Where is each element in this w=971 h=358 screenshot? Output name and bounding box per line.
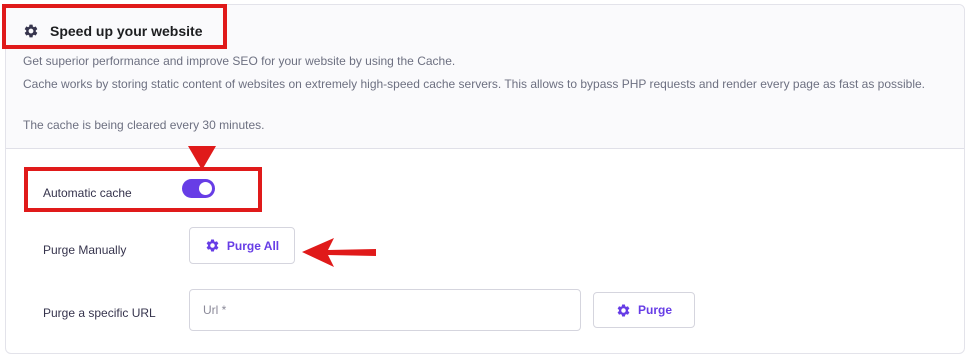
down-arrow-annotation (188, 146, 216, 170)
purge-url-label: Purge a specific URL (43, 306, 156, 320)
title-highlight-box (2, 4, 227, 49)
purge-all-label: Purge All (226, 238, 280, 253)
left-arrow-annotation (302, 238, 376, 267)
description-line-1: Get superior performance and improve SEO… (23, 54, 456, 68)
description-line-3: The cache is being cleared every 30 minu… (23, 118, 265, 132)
purge-manually-label: Purge Manually (43, 243, 127, 257)
url-input[interactable] (189, 289, 581, 331)
purge-label: Purge (637, 303, 672, 317)
purge-all-button[interactable]: Purge All (189, 227, 295, 264)
description-line-2: Cache works by storing static content of… (23, 77, 926, 91)
automatic-cache-highlight-box (24, 167, 262, 212)
purge-button[interactable]: Purge (593, 292, 695, 328)
gear-icon (206, 239, 219, 252)
gear-icon (617, 304, 630, 316)
